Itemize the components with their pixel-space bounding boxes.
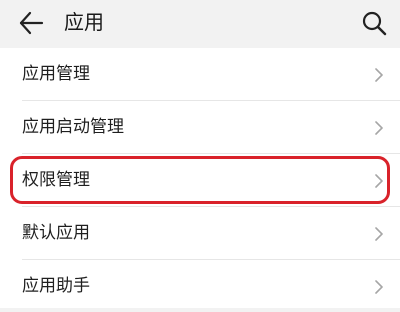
list-item-label: 应用管理 — [22, 64, 90, 84]
list-item-permission-management[interactable]: 权限管理 — [0, 154, 400, 206]
back-arrow-icon[interactable] — [18, 10, 44, 36]
list-item-app-launch-management[interactable]: 应用启动管理 — [0, 101, 400, 153]
page-title: 应用 — [64, 10, 104, 34]
chevron-right-icon — [375, 121, 383, 135]
list-item-default-apps[interactable]: 默认应用 — [0, 207, 400, 259]
chevron-right-icon — [375, 280, 383, 294]
list-item-app-assistant[interactable]: 应用助手 — [0, 260, 400, 312]
top-app-bar: 应用 — [0, 0, 400, 46]
chevron-right-icon — [375, 68, 383, 82]
list-item-label: 权限管理 — [22, 170, 90, 190]
chevron-right-icon — [375, 174, 383, 188]
list-item-label: 应用启动管理 — [22, 117, 124, 137]
settings-list: 应用管理 应用启动管理 权限管理 默认应用 应用助手 — [0, 48, 400, 308]
list-item-app-management[interactable]: 应用管理 — [0, 48, 400, 100]
chevron-right-icon — [375, 227, 383, 241]
search-icon[interactable] — [360, 9, 388, 37]
list-item-label: 应用助手 — [22, 276, 90, 296]
list-item-label: 默认应用 — [22, 223, 90, 243]
